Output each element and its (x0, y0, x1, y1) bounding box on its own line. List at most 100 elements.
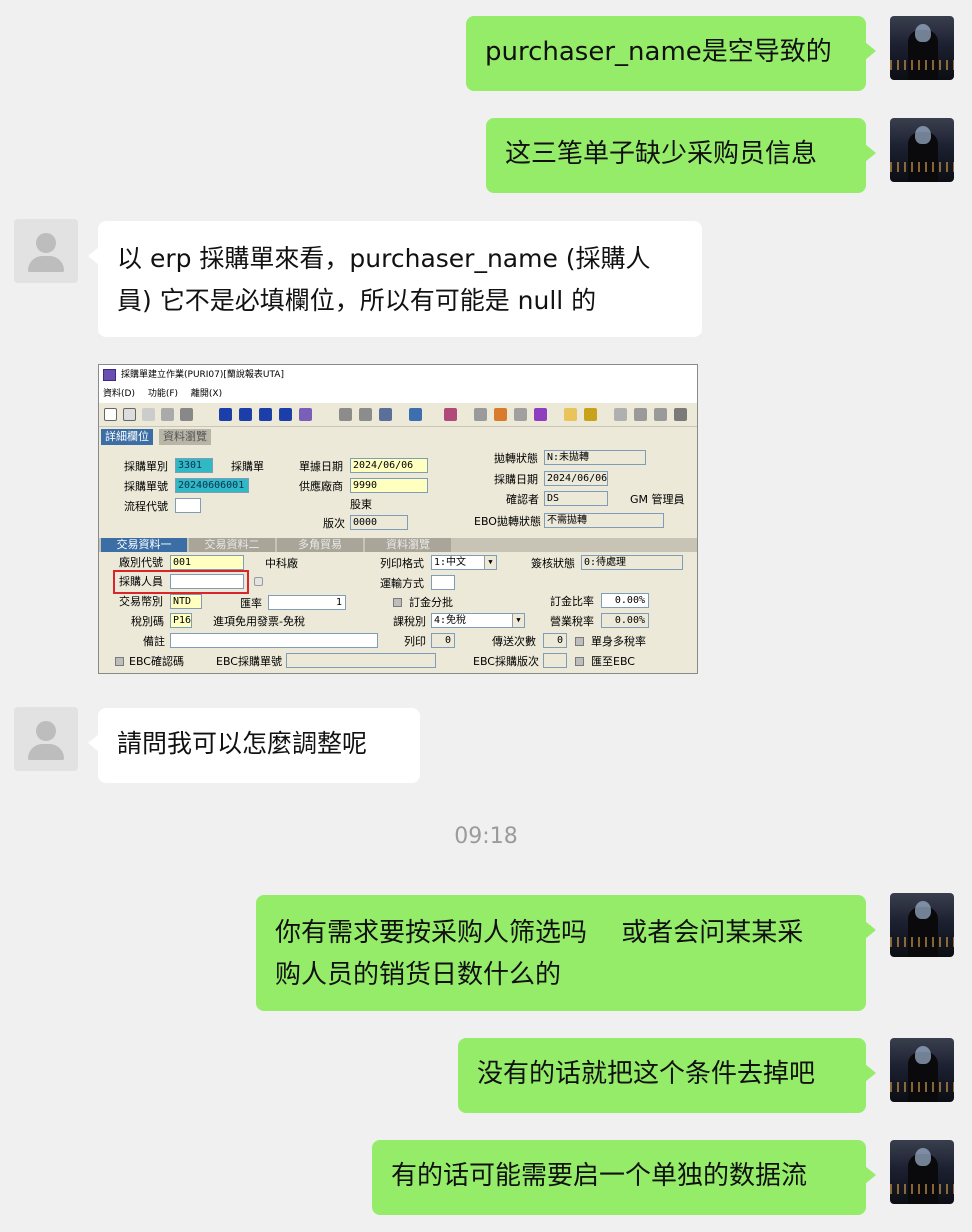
print-format-value: 1:中文 (434, 557, 467, 568)
refresh-icon[interactable] (614, 408, 627, 421)
message-bubble-sent[interactable]: 没有的话就把这个条件去掉吧 (458, 1038, 876, 1113)
my-avatar[interactable] (890, 1140, 954, 1204)
next-record-icon[interactable] (259, 408, 272, 421)
message-bubble-sent[interactable]: purchaser_name是空导致的 (466, 16, 876, 91)
send-count-field: 0 (543, 633, 567, 648)
rate-field[interactable]: 1 (268, 595, 346, 610)
print-format-label: 列印格式 (380, 557, 424, 570)
flow-code-label: 流程代號 (124, 500, 168, 513)
export-icon[interactable] (379, 408, 392, 421)
link-icon[interactable] (534, 408, 547, 421)
order-no-field[interactable]: 20240606001 (175, 478, 249, 493)
message-text: 有的话可能需要启一个单独的数据流 (391, 1161, 808, 1191)
my-avatar[interactable] (890, 893, 954, 957)
chart-icon[interactable] (444, 408, 457, 421)
version-field[interactable]: 0000 (350, 515, 408, 530)
palette-icon[interactable] (494, 408, 507, 421)
copy-icon[interactable] (142, 408, 155, 421)
prev-record-icon[interactable] (239, 408, 252, 421)
new-doc-icon[interactable] (104, 408, 117, 421)
ebc-version-field (543, 653, 567, 668)
tab-data-browse[interactable]: 資料瀏覽 (159, 429, 211, 445)
erp-toolbar (99, 403, 697, 427)
tab-multi-trade[interactable]: 多角貿易 (277, 538, 363, 552)
help-icon[interactable] (654, 408, 667, 421)
query-icon[interactable] (299, 408, 312, 421)
message-bubble-received[interactable]: 請問我可以怎麼調整呢 (88, 708, 420, 783)
erp-screenshot-image[interactable]: 採購單建立作業(PURI07)[蘭說報表UTA] 資料(D) 功能(F) 離開(… (98, 364, 698, 674)
tax-code-name: 進項免用發票-免稅 (213, 615, 305, 628)
message-text-line: 你有需求要按采购人筛选吗 或者会问某某采 (275, 918, 804, 948)
flow-code-field[interactable] (175, 498, 201, 513)
order-type-label: 採購單別 (124, 460, 168, 473)
tax-code-field[interactable]: P16 (170, 613, 192, 628)
app-icon (103, 369, 116, 381)
deposit-split-checkbox[interactable] (393, 598, 402, 607)
tab-detail-fields[interactable]: 詳細欄位 (101, 429, 153, 445)
message-text: purchaser_name是空导致的 (485, 37, 832, 67)
my-avatar[interactable] (890, 16, 954, 80)
doc-date-field[interactable]: 2024/06/06 (350, 458, 428, 473)
dropdown-arrow-icon: ▼ (484, 556, 496, 569)
confirmer-field: DS (544, 491, 608, 506)
ebc-confirm-checkbox[interactable] (115, 657, 124, 666)
message-text-line: 員) 它不是必填欄位，所以有可能是 null 的 (117, 286, 597, 315)
contact-avatar[interactable] (14, 707, 78, 771)
supplier-label: 供應廠商 (299, 480, 343, 493)
message-bubble-sent[interactable]: 有的话可能需要启一个单独的数据流 (372, 1140, 876, 1215)
note-field[interactable] (170, 633, 378, 648)
tab-trade-data-2[interactable]: 交易資料二 (189, 538, 275, 552)
cancel-icon[interactable] (359, 408, 372, 421)
deposit-rate-field[interactable]: 0.00% (601, 593, 649, 608)
exit-icon[interactable] (674, 408, 687, 421)
rate-label: 匯率 (240, 597, 262, 610)
attach-icon[interactable] (584, 408, 597, 421)
tools-icon[interactable] (474, 408, 487, 421)
purchaser-field[interactable] (170, 574, 244, 589)
lock-icon[interactable] (634, 408, 647, 421)
multi-tax-label: 單身多稅率 (591, 635, 646, 648)
menu-item[interactable]: 離開(X) (191, 389, 222, 399)
message-bubble-received[interactable]: 以 erp 採購單來看，purchaser_name (採購人 員) 它不是必填… (88, 221, 702, 337)
purchaser-label: 採購人員 (119, 575, 163, 588)
print-count-field: 0 (431, 633, 455, 648)
print-format-select[interactable]: 1:中文 ▼ (431, 555, 497, 570)
tab-data-browse-2[interactable]: 資料瀏覽 (365, 538, 451, 552)
confirm-icon[interactable] (339, 408, 352, 421)
my-avatar[interactable] (890, 1038, 954, 1102)
report-icon[interactable] (409, 408, 422, 421)
person-lookup-icon[interactable] (254, 577, 263, 586)
factory-field[interactable]: 001 (170, 555, 244, 570)
supplier-field[interactable]: 9990 (350, 478, 428, 493)
supplier-name: 股東 (350, 498, 372, 511)
message-text: 这三笔单子缺少采购员信息 (505, 139, 818, 169)
message-text-line: 以 erp 採購單來看，purchaser_name (採購人 (117, 244, 651, 273)
tax-type-select[interactable]: 4:免稅 ▼ (431, 613, 525, 628)
folder-icon[interactable] (564, 408, 577, 421)
to-ebc-checkbox[interactable] (575, 657, 584, 666)
confirmer-name: GM 管理員 (630, 493, 685, 506)
message-bubble-sent[interactable]: 你有需求要按采购人筛选吗 或者会问某某采 购人员的销货日数什么的 (256, 895, 876, 1011)
menu-item[interactable]: 功能(F) (148, 389, 178, 399)
delete-icon[interactable] (161, 408, 174, 421)
shipping-field[interactable] (431, 575, 455, 590)
currency-field[interactable]: NTD (170, 594, 202, 609)
message-text: 請問我可以怎麼調整呢 (117, 729, 368, 758)
contact-avatar[interactable] (14, 219, 78, 283)
last-record-icon[interactable] (279, 408, 292, 421)
purchase-date-field: 2024/06/06 (544, 471, 608, 486)
multi-tax-checkbox[interactable] (575, 637, 584, 646)
menu-item[interactable]: 資料(D) (103, 389, 135, 399)
transfer-status-label: 拋轉狀態 (494, 452, 538, 465)
print-icon[interactable] (180, 408, 193, 421)
settings-icon[interactable] (514, 408, 527, 421)
first-record-icon[interactable] (219, 408, 232, 421)
tab-trade-data-1[interactable]: 交易資料一 (101, 538, 187, 552)
biz-tax-field: 0.00% (601, 613, 649, 628)
message-bubble-sent[interactable]: 这三笔单子缺少采购员信息 (486, 118, 876, 193)
order-type-field[interactable]: 3301 (175, 458, 213, 473)
my-avatar[interactable] (890, 118, 954, 182)
shipping-label: 運輸方式 (380, 577, 424, 590)
order-no-label: 採購單號 (124, 480, 168, 493)
preview-icon[interactable] (123, 408, 136, 421)
